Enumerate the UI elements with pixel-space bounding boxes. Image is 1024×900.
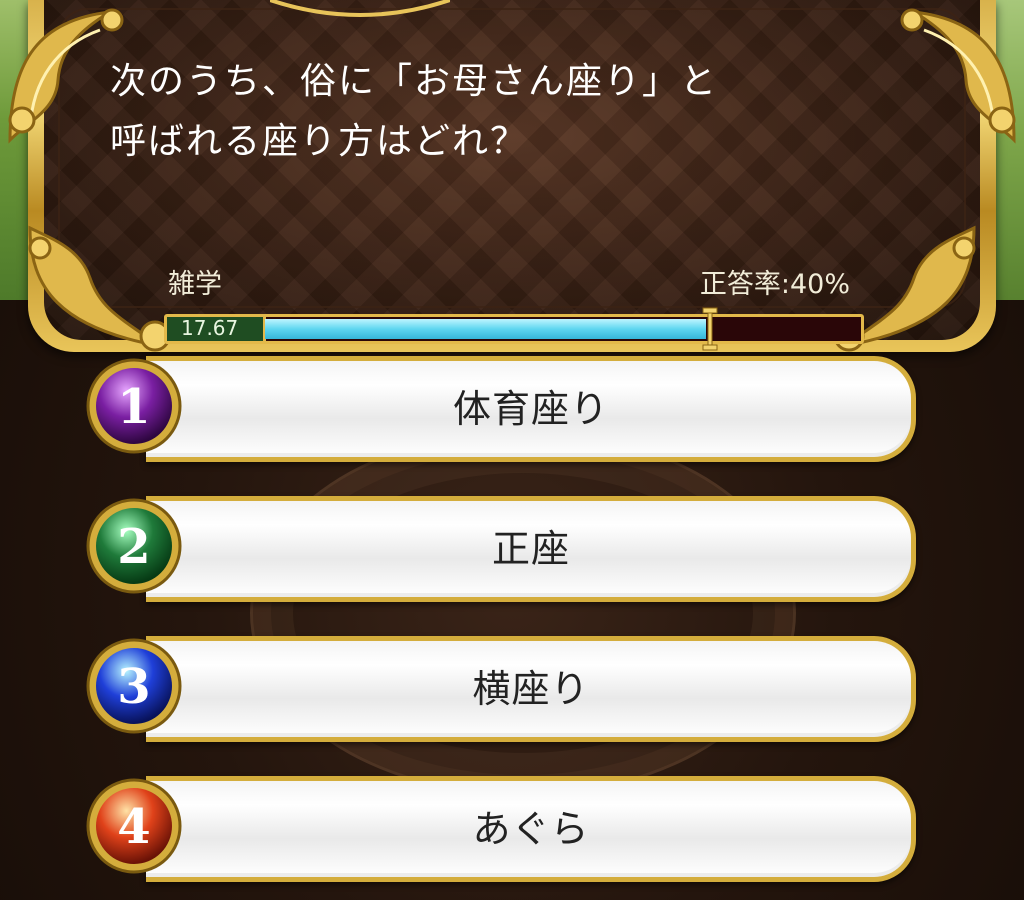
timer-label-box: 17.67 (167, 316, 266, 341)
answer-number: 3 (117, 659, 150, 715)
answer-label[interactable]: あぐら (146, 776, 916, 882)
answer-label[interactable]: 正座 (146, 496, 916, 602)
gold-scroll-ornament-icon (900, 8, 1016, 144)
gold-scroll-ornament-icon (28, 225, 171, 352)
timer-value: 17.67 (181, 316, 239, 340)
answer-option-2[interactable]: 正座 2 (84, 492, 924, 612)
answer-number: 1 (117, 379, 150, 435)
question-text: 次のうち、俗に「お母さん座り」と 呼ばれる座り方はどれ？ (110, 61, 719, 162)
game-scene: 次のうち、俗に「お母さん座り」と 呼ばれる座り方はどれ？ 雑学 正答率:40% … (0, 0, 1024, 900)
timer-bar: 17.67 (164, 314, 864, 344)
top-ornament-icon (270, 0, 450, 17)
correct-answer-rate: 正答率:40% (699, 269, 850, 300)
answer-number: 2 (117, 519, 150, 575)
numbered-orb-icon: 4 (86, 778, 182, 874)
numbered-orb-icon: 1 (86, 358, 182, 454)
answer-option-3[interactable]: 横座り 3 (84, 632, 924, 752)
question-category: 雑学 (168, 269, 222, 300)
answer-label[interactable]: 横座り (146, 636, 916, 742)
answer-label[interactable]: 体育座り (146, 356, 916, 462)
answer-number: 4 (117, 799, 150, 855)
answer-option-1[interactable]: 体育座り 1 (84, 352, 924, 472)
timer-fill (265, 319, 707, 339)
answer-option-4[interactable]: あぐら 4 (84, 772, 924, 892)
numbered-orb-icon: 2 (86, 498, 182, 594)
numbered-orb-icon: 3 (86, 638, 182, 734)
timer-marker-icon (702, 307, 718, 351)
